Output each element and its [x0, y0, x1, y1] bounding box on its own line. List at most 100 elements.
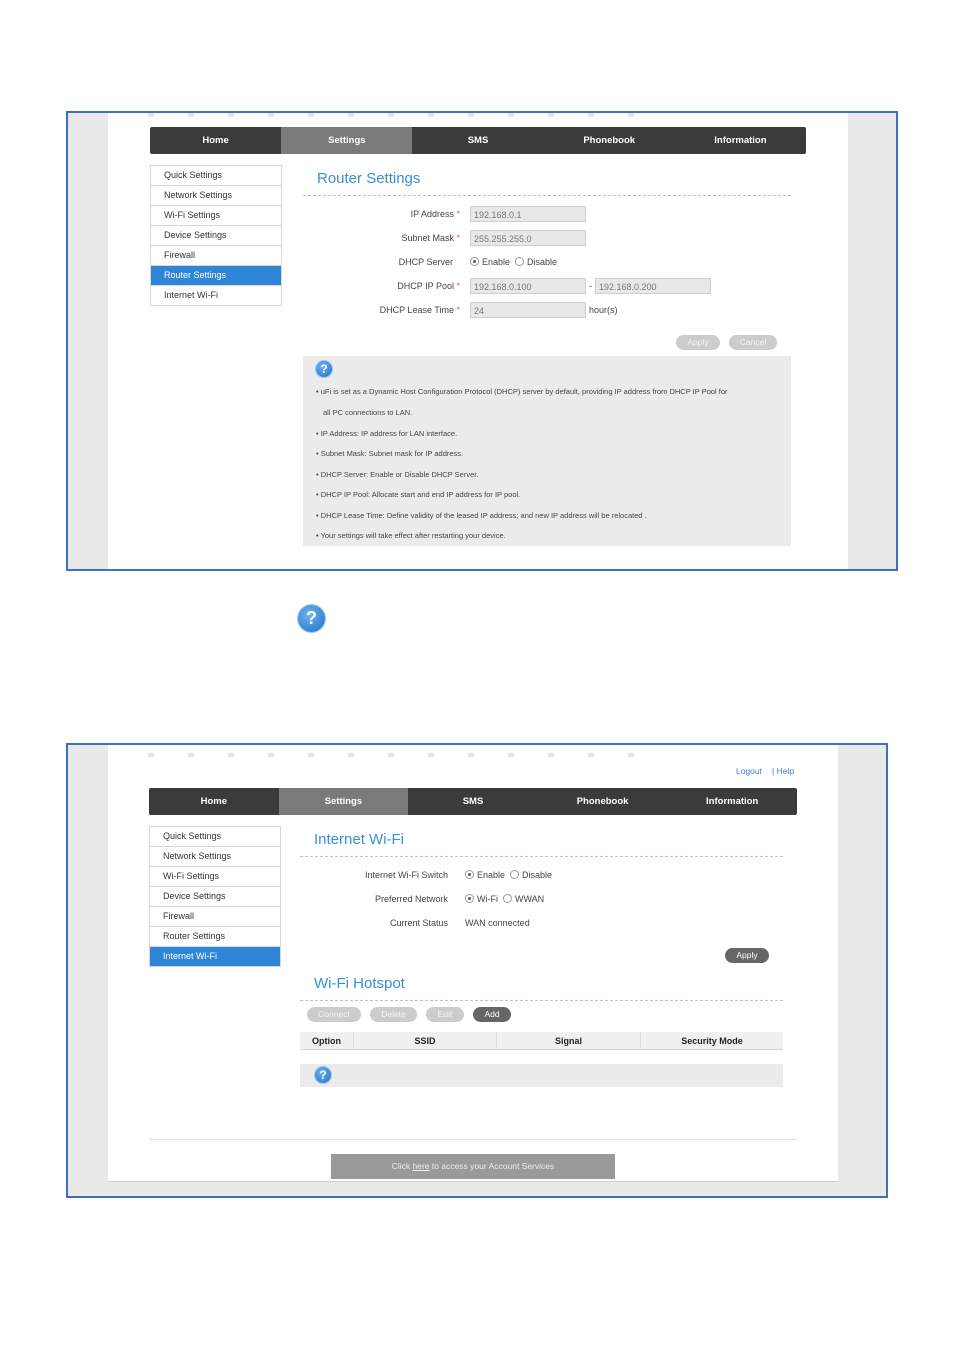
top-strip: [148, 753, 668, 757]
help-line-8: • Your settings will take effect after r…: [316, 531, 506, 540]
tab-sms[interactable]: SMS: [412, 127, 543, 154]
wifi-switch-label: Internet Wi-Fi Switch: [364, 870, 448, 880]
help-line-3: • IP Address: IP address for LAN interfa…: [316, 429, 458, 438]
tab-home[interactable]: Home: [149, 788, 279, 815]
title-divider: [300, 856, 783, 857]
standalone-help-icon: ?: [298, 605, 325, 632]
wifi-switch-radios: Enable Disable: [465, 870, 552, 880]
tab-phonebook[interactable]: Phonebook: [544, 127, 675, 154]
tab-information[interactable]: Information: [667, 788, 797, 815]
sidebar-item-internet-wifi[interactable]: Internet Wi-Fi: [150, 947, 280, 967]
ip-address-label: IP Address *: [410, 209, 460, 219]
connect-button[interactable]: Connect: [307, 1007, 361, 1022]
page-title: Internet Wi-Fi: [314, 831, 405, 848]
switch-disable-label: Disable: [522, 870, 553, 880]
tab-information[interactable]: Information: [675, 127, 806, 154]
help-panel: ? • uFi is set as a Dynamic Host Configu…: [303, 356, 791, 546]
sidebar-item-quick-settings[interactable]: Quick Settings: [151, 166, 281, 186]
sidebar-item-network-settings[interactable]: Network Settings: [151, 186, 281, 206]
help-line-5: • DHCP Server: Enable or Disable DHCP Se…: [316, 470, 479, 479]
sidebar-item-wifi-settings[interactable]: Wi-Fi Settings: [151, 206, 281, 226]
dhcp-enable-label: Enable: [482, 257, 511, 267]
page-title: Router Settings: [317, 170, 421, 187]
tab-settings[interactable]: Settings: [281, 127, 413, 154]
pref-wwan-radio[interactable]: [503, 894, 513, 903]
dhcp-disable-radio[interactable]: [515, 257, 525, 266]
main-nav: Home Settings SMS Phonebook Information: [149, 788, 797, 815]
help-line-1: • uFi is set as a Dynamic Host Configura…: [316, 387, 728, 396]
dhcp-enable-radio[interactable]: [470, 257, 479, 266]
hotspot-divider: [300, 1000, 783, 1001]
sidebar-item-router-settings[interactable]: Router Settings: [151, 266, 281, 286]
column-security-mode: Security Mode: [681, 1035, 743, 1046]
top-strip: [148, 113, 648, 117]
help-icon: ?: [315, 1067, 331, 1083]
sidebar-item-quick-settings[interactable]: Quick Settings: [150, 827, 280, 847]
help-line-2: all PC connections to LAN.: [323, 408, 413, 417]
cancel-button[interactable]: Cancel: [729, 335, 777, 350]
tab-sms[interactable]: SMS: [408, 788, 538, 815]
footer-divider: [149, 1139, 797, 1140]
sidebar-item-firewall[interactable]: Firewall: [151, 246, 281, 266]
account-services-banner[interactable]: Click here to access your Account Servic…: [331, 1154, 615, 1179]
dhcp-server-radios: Enable Disable: [470, 257, 557, 267]
tab-settings[interactable]: Settings: [278, 788, 409, 815]
column-signal: Signal: [497, 1032, 641, 1049]
apply-button[interactable]: Apply: [725, 948, 769, 963]
column-option: Option: [300, 1032, 354, 1049]
help-link[interactable]: | Help: [772, 766, 794, 776]
help-panel: ?: [300, 1064, 783, 1087]
sidebar-item-network-settings[interactable]: Network Settings: [150, 847, 280, 867]
sidebar-item-device-settings[interactable]: Device Settings: [150, 887, 280, 907]
dhcp-pool-separator: -: [589, 281, 592, 291]
tab-home[interactable]: Home: [150, 127, 281, 154]
add-button[interactable]: Add: [473, 1007, 511, 1022]
pref-wwan-label: WWAN: [515, 894, 545, 904]
tab-phonebook[interactable]: Phonebook: [538, 788, 668, 815]
sidebar-item-internet-wifi[interactable]: Internet Wi-Fi: [151, 286, 281, 306]
switch-enable-radio[interactable]: [465, 870, 474, 879]
hotspot-table-header: Option SSID Signal Security Mode: [300, 1032, 783, 1050]
router-settings-screenshot: Home Settings SMS Phonebook Information …: [66, 111, 898, 571]
internet-wifi-screenshot: Logout | Help Home Settings SMS Phoneboo…: [66, 743, 888, 1198]
edit-button[interactable]: Edit: [426, 1007, 464, 1022]
current-status-label: Current Status: [389, 918, 448, 928]
dhcp-lease-input[interactable]: 24: [470, 302, 586, 318]
pref-wifi-label: Wi-Fi: [477, 894, 498, 904]
subnet-mask-input[interactable]: 255.255.255.0: [470, 230, 586, 246]
dhcp-lease-label: DHCP Lease Time *: [379, 305, 460, 315]
ip-address-input[interactable]: 192.168.0.1: [470, 206, 586, 222]
dhcp-lease-unit: hour(s): [589, 305, 618, 315]
settings-sidebar: Quick Settings Network Settings Wi-Fi Se…: [149, 826, 281, 967]
footer-text-pre: Click: [391, 1161, 413, 1171]
help-icon: ?: [316, 361, 332, 377]
help-line-6: • DHCP IP Pool: Allocate start and end I…: [316, 490, 521, 499]
dhcp-pool-label: DHCP IP Pool *: [397, 281, 460, 291]
dhcp-disable-label: Disable: [527, 257, 558, 267]
preferred-network-label: Preferred Network: [374, 894, 448, 904]
hotspot-title: Wi-Fi Hotspot: [314, 975, 405, 992]
main-nav: Home Settings SMS Phonebook Information: [150, 127, 806, 154]
dhcp-server-label: DHCP Server: [398, 257, 453, 267]
internet-page: Logout | Help Home Settings SMS Phoneboo…: [108, 745, 838, 1182]
switch-enable-label: Enable: [477, 870, 506, 880]
settings-sidebar: Quick Settings Network Settings Wi-Fi Se…: [150, 165, 282, 306]
delete-button[interactable]: Delete: [370, 1007, 417, 1022]
sidebar-item-device-settings[interactable]: Device Settings: [151, 226, 281, 246]
logout-link[interactable]: Logout: [736, 766, 762, 776]
pref-wifi-radio[interactable]: [465, 894, 474, 903]
apply-button[interactable]: Apply: [676, 335, 720, 350]
sidebar-item-firewall[interactable]: Firewall: [150, 907, 280, 927]
switch-disable-radio[interactable]: [510, 870, 520, 879]
sidebar-item-router-settings[interactable]: Router Settings: [150, 927, 280, 947]
footer-here-link[interactable]: here: [413, 1161, 430, 1171]
router-page: Home Settings SMS Phonebook Information …: [108, 113, 848, 569]
title-divider: [303, 195, 791, 196]
help-line-4: • Subnet Mask: Subnet mask for IP addres…: [316, 449, 464, 458]
subnet-mask-label: Subnet Mask *: [401, 233, 460, 243]
current-status-value: WAN connected: [465, 918, 530, 928]
dhcp-pool-start-input[interactable]: 192.168.0.100: [470, 278, 586, 294]
dhcp-pool-end-input[interactable]: 192.168.0.200: [595, 278, 711, 294]
sidebar-item-wifi-settings[interactable]: Wi-Fi Settings: [150, 867, 280, 887]
help-line-7: • DHCP Lease Time: Define validity of th…: [316, 511, 647, 520]
